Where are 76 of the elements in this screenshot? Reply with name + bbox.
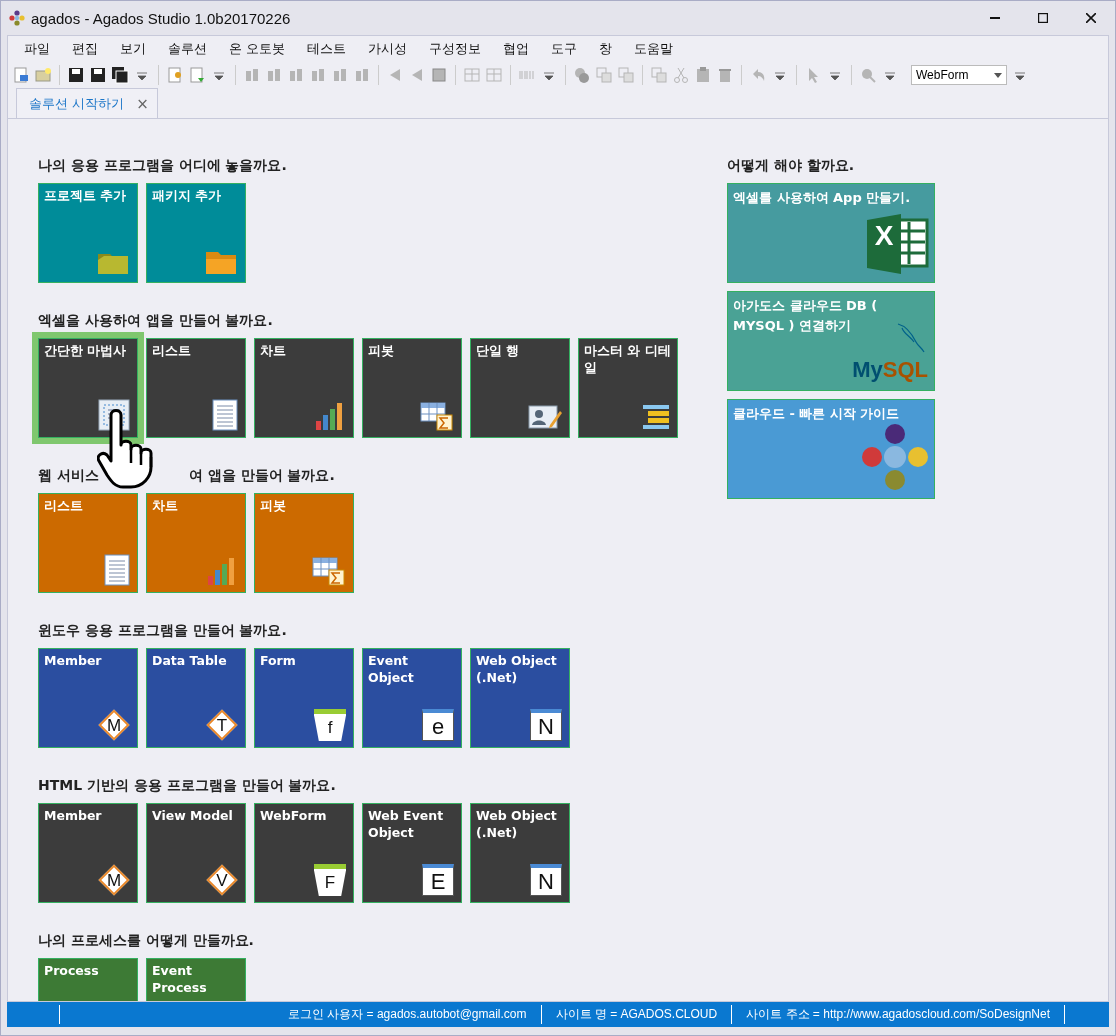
maximize-button[interactable] <box>1038 13 1048 23</box>
template-tile[interactable]: 피봇 <box>254 493 354 593</box>
section-heading: 엑셀을 사용하여 앱을 만들어 볼까요. <box>38 312 273 328</box>
menu-item[interactable]: 온 오토봇 <box>221 40 293 58</box>
document-icon <box>212 399 238 431</box>
document-badge: N <box>530 709 562 741</box>
section-heading: 여 앱을 만들어 볼까요. <box>188 467 335 483</box>
menu-item[interactable]: 구성정보 <box>421 40 489 58</box>
document-badge: N <box>530 864 562 896</box>
logo-letter: X <box>873 226 895 246</box>
template-tile[interactable]: 차트 <box>146 493 246 593</box>
document-badge: e <box>422 709 454 741</box>
menu-item[interactable]: 파일 <box>16 40 58 58</box>
pentagon-badge: F <box>314 864 346 896</box>
contact-card-icon <box>528 403 562 431</box>
section-heading: 나의 프로세스를 어떻게 만들까요. <box>38 932 254 948</box>
menu-item[interactable]: 도움말 <box>626 40 681 58</box>
menu-item[interactable]: 편집 <box>64 40 106 58</box>
template-tile[interactable]: WebForm F <box>254 803 354 903</box>
status-text: 로그인 사용자 = agados.autobot@gmail.com <box>287 1006 528 1023</box>
menu-item[interactable]: 솔루션 <box>160 40 215 58</box>
stacked-bars-icon <box>642 403 670 431</box>
document-badge: E <box>422 864 454 896</box>
template-tile[interactable]: Process <box>38 958 138 1001</box>
template-tile[interactable]: Web Object (.Net) N <box>470 803 570 903</box>
form-type-dropdown[interactable]: WebForm <box>911 65 1007 85</box>
section-heading: 어떻게 해야 할까요. <box>727 157 855 173</box>
template-tile[interactable]: Event Object e <box>362 648 462 748</box>
pentagon-badge: f <box>314 709 346 741</box>
document-tab[interactable]: 솔루션 시작하기 × <box>16 88 158 118</box>
template-tile[interactable]: 마스터 와 디테일 <box>578 338 678 438</box>
window-title: agados - Agados Studio 1.0b20170226 <box>31 9 291 27</box>
spreadsheet-icon <box>865 212 929 276</box>
diamond-badge: M <box>98 864 130 896</box>
template-tile[interactable]: Data Table T <box>146 648 246 748</box>
toolbar-icon[interactable] <box>89 66 107 84</box>
document-icon <box>104 554 130 586</box>
template-tile[interactable]: 리스트 <box>146 338 246 438</box>
menu-item[interactable]: 협업 <box>495 40 537 58</box>
template-tile[interactable]: Form f <box>254 648 354 748</box>
template-tile[interactable]: View Model V <box>146 803 246 903</box>
template-tile[interactable]: 피봇 <box>362 338 462 438</box>
pivot-table-icon <box>312 556 346 586</box>
app-logo-icon <box>9 10 25 26</box>
section-heading: 나의 응용 프로그램을 어디에 놓을까요. <box>38 157 287 173</box>
section-heading: HTML 기반의 응용 프로그램을 만들어 볼까요. <box>38 777 336 793</box>
section-heading: 윈도우 응용 프로그램을 만들어 볼까요. <box>38 622 287 638</box>
template-tile[interactable]: Member M <box>38 648 138 748</box>
menu-item[interactable]: 도구 <box>543 40 585 58</box>
caret-icon <box>994 72 1002 78</box>
template-tile[interactable]: Member M <box>38 803 138 903</box>
status-text: 사이트 명 = AGADOS.CLOUD <box>540 1005 732 1024</box>
diamond-badge: M <box>98 709 130 741</box>
diamond-badge: T <box>206 709 238 741</box>
toolbar-icon[interactable] <box>111 66 129 84</box>
help-tile[interactable]: 엑셀를 사용하여 App 만들기. X <box>727 183 935 283</box>
menu-item[interactable]: 창 <box>591 40 620 58</box>
close-button[interactable] <box>1086 13 1096 23</box>
template-tile[interactable]: 프로젝트 추가 <box>38 183 138 283</box>
template-tile[interactable]: Web Event Object E <box>362 803 462 903</box>
toolbar-icon[interactable] <box>67 66 85 84</box>
template-tile[interactable]: 리스트 <box>38 493 138 593</box>
menu-item[interactable]: 보기 <box>112 40 154 58</box>
flower-logo-icon <box>862 424 928 490</box>
template-tile[interactable]: 패키지 추가 <box>146 183 246 283</box>
template-tile[interactable]: Web Object (.Net) N <box>470 648 570 748</box>
diamond-badge: V <box>206 864 238 896</box>
template-tile[interactable]: 단일 행 <box>470 338 570 438</box>
tab-close-button[interactable]: × <box>136 94 149 113</box>
mysql-logo: MySQL <box>852 360 928 380</box>
menu-item[interactable]: 가시성 <box>360 40 415 58</box>
pivot-table-icon <box>420 401 454 431</box>
menu-item[interactable]: 테스트 <box>299 40 354 58</box>
template-tile[interactable]: 차트 <box>254 338 354 438</box>
section-heading: 웹 서비스 <box>38 467 99 483</box>
template-tile[interactable]: Event Process <box>146 958 246 1001</box>
